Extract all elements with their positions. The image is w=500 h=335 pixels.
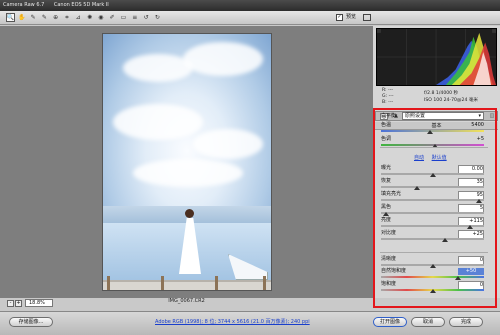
photo-cloud: [183, 42, 263, 76]
open-image-button[interactable]: 打开图像: [373, 317, 407, 327]
histogram: [376, 28, 497, 86]
iso-lens-info: ISO 100 24-70@24 毫米: [424, 98, 479, 103]
color-sampler-tool[interactable]: ✎: [40, 13, 49, 22]
eyedropper-icon: ✎: [30, 14, 36, 21]
highlight-clip-indicator: [492, 29, 496, 33]
rotate-ccw-button[interactable]: ↺: [142, 13, 151, 22]
title-bar: Camera Raw 6.7 Canon EOS 5D Mark II: [0, 0, 500, 11]
photo-preview[interactable]: [102, 33, 272, 291]
camera-model: Canon EOS 5D Mark II: [53, 2, 109, 8]
toolbar: 🔍 ✋ ✎ ✎ ⊕ ⌗ ⊿ ✺ ◉ ✐ ▭ ≡ ↺ ↻ ✓ 预览: [0, 11, 500, 25]
save-image-button[interactable]: 存储图像...: [9, 317, 53, 327]
done-button[interactable]: 完成: [449, 317, 483, 327]
photo-pier-post: [107, 276, 110, 290]
image-filename: IMG_0067.CR2: [168, 298, 205, 304]
photo-pier-post: [215, 276, 218, 290]
workflow-options-link[interactable]: Adobe RGB (1998); 8 位; 3744 x 5616 (21.0…: [155, 318, 310, 325]
adjustment-brush-tool[interactable]: ✐: [108, 13, 117, 22]
preferences-button[interactable]: ≡: [130, 13, 139, 22]
red-eye-icon: ◉: [98, 14, 104, 21]
targeted-adjustment-tool[interactable]: ⊕: [51, 13, 60, 22]
target-icon: ⊕: [53, 14, 59, 21]
photo-cloud: [193, 129, 263, 159]
preview-label: 预览: [346, 14, 357, 20]
graduated-filter-tool[interactable]: ▭: [119, 13, 128, 22]
rotate-right-icon: ↻: [154, 14, 160, 21]
image-canvas[interactable]: [0, 26, 373, 298]
crop-tool[interactable]: ⌗: [63, 13, 72, 22]
rotate-cw-button[interactable]: ↻: [153, 13, 162, 22]
rgb-b: B: ---: [382, 100, 394, 105]
camera-info: R: --- G: --- B: --- f/2.8 1/4000 秒 ISO …: [376, 88, 497, 108]
straighten-icon: ⊿: [75, 14, 81, 21]
gradient-icon: ▭: [120, 14, 127, 21]
app-title: Camera Raw 6.7: [3, 2, 45, 8]
spot-removal-tool[interactable]: ✺: [85, 13, 94, 22]
spot-removal-icon: ✺: [87, 14, 93, 21]
photo-pier-post: [263, 276, 266, 290]
cancel-button[interactable]: 取消: [411, 317, 445, 327]
photo-cloud: [133, 159, 243, 187]
photo-cloud: [113, 104, 203, 140]
crop-icon: ⌗: [65, 13, 69, 21]
color-sampler-icon: ✎: [41, 14, 47, 21]
list-icon: ≡: [132, 14, 138, 21]
preview-checkbox[interactable]: ✓: [336, 14, 343, 21]
straighten-tool[interactable]: ⊿: [74, 13, 83, 22]
photo-pier-post: [161, 276, 164, 290]
hand-icon: ✋: [18, 14, 26, 21]
zoom-tool[interactable]: 🔍: [6, 13, 15, 22]
red-eye-tool[interactable]: ◉: [96, 13, 105, 22]
highlight-frame: [373, 108, 497, 308]
exposure-info: f/2.8 1/4000 秒: [424, 91, 459, 96]
photo-person-head: [185, 209, 194, 218]
rotate-left-icon: ↺: [143, 14, 149, 21]
white-balance-tool[interactable]: ✎: [29, 13, 38, 22]
shadow-clip-indicator: [377, 29, 381, 33]
photo-pier: [103, 280, 271, 290]
brush-icon: ✐: [109, 14, 115, 21]
fullscreen-icon[interactable]: [363, 14, 371, 21]
hand-tool[interactable]: ✋: [17, 13, 26, 22]
magnifier-icon: 🔍: [6, 14, 15, 21]
